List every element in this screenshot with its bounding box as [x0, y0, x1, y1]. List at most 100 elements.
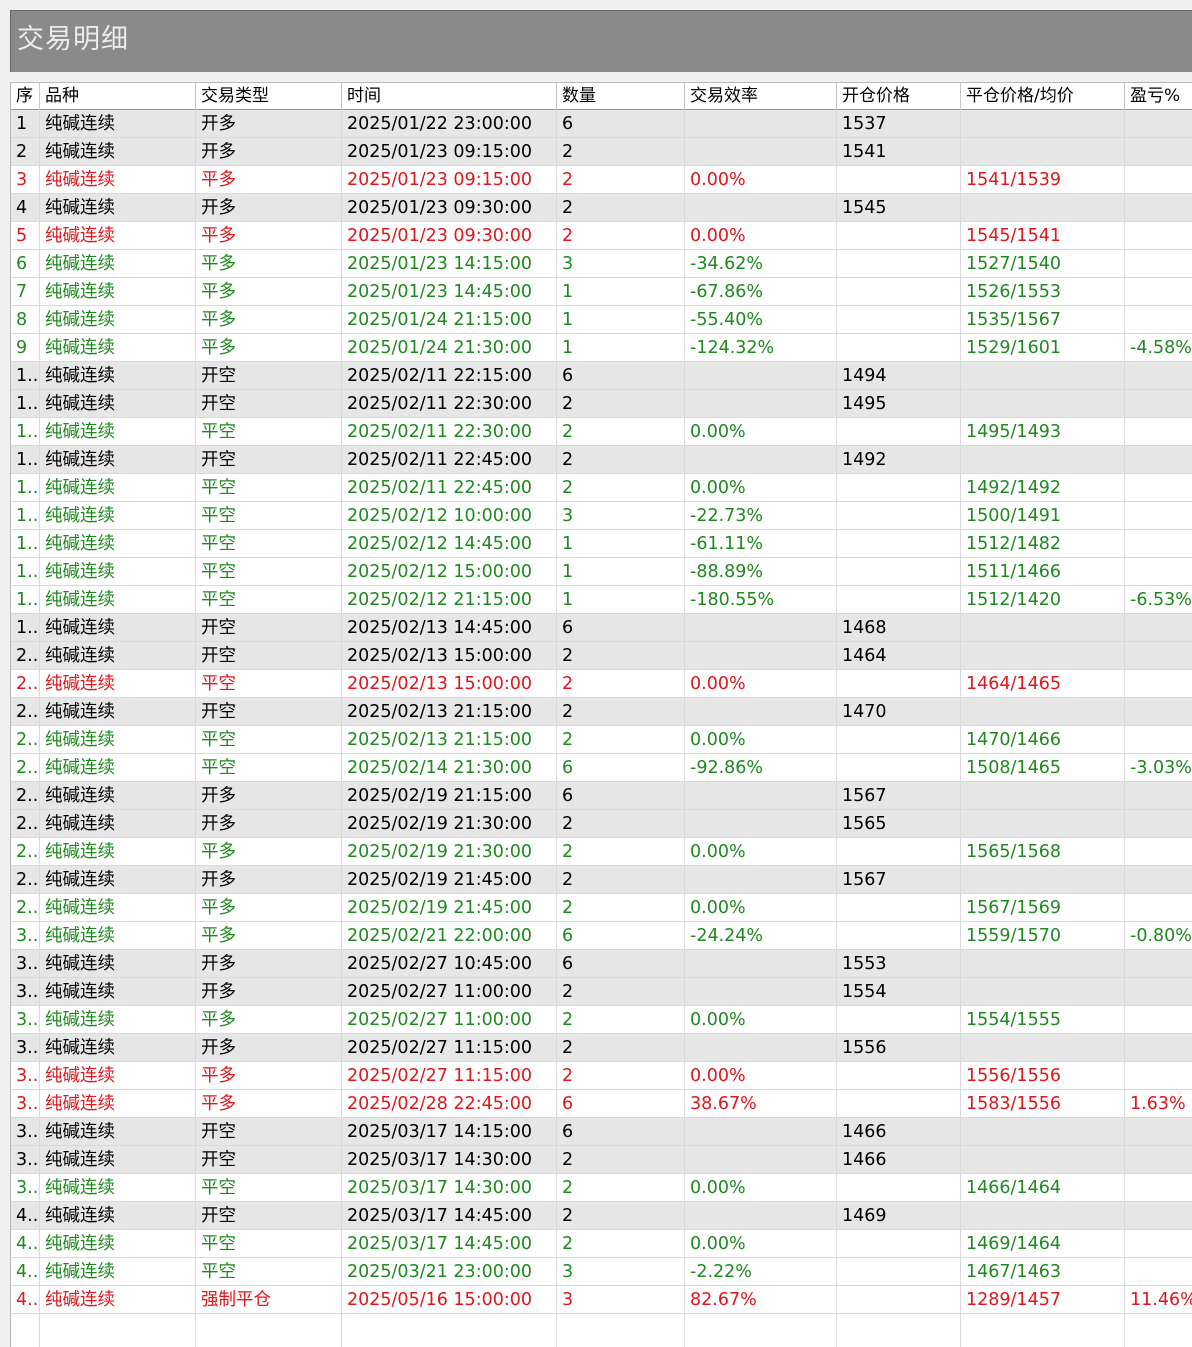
cell-index: 3.. [11, 1146, 40, 1173]
table-row[interactable]: 4.. 纯碱连续 强制平仓 2025/05/16 15:00:00 3 82.67% 128… [11, 1286, 1192, 1314]
table-row[interactable]: 1 纯碱连续 开多 2025/01/22 23:00:00 6 1537 [11, 110, 1192, 138]
cell-time: 2025/02/27 11:00:00 [342, 978, 557, 1005]
col-header-trade-type[interactable]: 交易类型 [196, 83, 342, 110]
cell-close-price [961, 110, 1125, 137]
cell-product: 纯碱连续 [40, 166, 196, 193]
table-row[interactable]: 1.. 纯碱连续 平空 2025/02/11 22:30:00 2 0.00% 1495/1… [11, 418, 1192, 446]
col-header-time[interactable]: 时间 [342, 83, 557, 110]
table-row[interactable]: 5 纯碱连续 平多 2025/01/23 09:30:00 2 0.00% 1545/154… [11, 222, 1192, 250]
table-row[interactable]: 2 纯碱连续 开多 2025/01/23 09:15:00 2 1541 [11, 138, 1192, 166]
cell-trade-type: 平多 [196, 1006, 342, 1033]
table-row[interactable]: 3.. 纯碱连续 平多 2025/02/27 11:15:00 2 0.00% 1556/1… [11, 1062, 1192, 1090]
table-row[interactable]: 1.. 纯碱连续 平空 2025/02/12 21:15:00 1 -180.55% 151… [11, 586, 1192, 614]
table-row[interactable]: 4.. 纯碱连续 平空 2025/03/17 14:45:00 2 0.00% 1469/1… [11, 1230, 1192, 1258]
cell-product: 纯碱连续 [40, 1258, 196, 1285]
table-row[interactable]: 3.. 纯碱连续 平多 2025/02/28 22:45:00 6 38.67% 1583/… [11, 1090, 1192, 1118]
cell-trade-type: 平多 [196, 250, 342, 277]
table-row[interactable]: 3.. 纯碱连续 开多 2025/02/27 11:15:00 2 1556 [11, 1034, 1192, 1062]
table-row[interactable]: 3.. 纯碱连续 开空 2025/03/17 14:15:00 6 1466 [11, 1118, 1192, 1146]
trade-detail-table[interactable]: 序 品种 交易类型 时间 数量 交易效率 开仓价格 平仓价格/均价 盈亏% 1纯… [10, 82, 1192, 1347]
table-row[interactable]: 3.. 纯碱连续 平多 2025/02/27 11:00:00 2 0.00% 1554/1… [11, 1006, 1192, 1034]
table-row[interactable]: 1.. 纯碱连续 平空 2025/02/11 22:45:00 2 0.00% 1492/1… [11, 474, 1192, 502]
table-row[interactable]: 4.. 纯碱连续 平空 2025/03/21 23:00:00 3 -2.22% 1467/… [11, 1258, 1192, 1286]
cell-open-price [837, 166, 961, 193]
cell-pnl [1125, 558, 1192, 585]
col-header-index[interactable]: 序 [11, 83, 40, 110]
table-row[interactable]: 8 纯碱连续 平多 2025/01/24 21:15:00 1 -55.40% 1535/1… [11, 306, 1192, 334]
cell-close-price [961, 1118, 1125, 1145]
table-row[interactable]: 2.. 纯碱连续 平空 2025/02/13 21:15:00 2 0.00% 1470/1… [11, 726, 1192, 754]
cell-pnl [1125, 390, 1192, 417]
cell-close-price: 1554/1555 [961, 1006, 1125, 1033]
cell-time: 2025/02/13 21:15:00 [342, 726, 557, 753]
col-header-open-price[interactable]: 开仓价格 [837, 83, 961, 110]
table-row[interactable]: 1.. 纯碱连续 平空 2025/02/12 15:00:00 1 -88.89% 1511… [11, 558, 1192, 586]
cell-product: 纯碱连续 [40, 1174, 196, 1201]
cell-trade-type: 平空 [196, 1174, 342, 1201]
cell-index: 1 [11, 110, 40, 137]
table-row[interactable]: 1.. 纯碱连续 开空 2025/02/11 22:45:00 2 1492 [11, 446, 1192, 474]
table-row[interactable]: 3.. 纯碱连续 开空 2025/03/17 14:30:00 2 1466 [11, 1146, 1192, 1174]
table-row[interactable]: 2.. 纯碱连续 平空 2025/02/14 21:30:00 6 -92.86% 1508… [11, 754, 1192, 782]
cell-quantity: 2 [557, 670, 685, 697]
table-row[interactable]: 6 纯碱连续 平多 2025/01/23 14:15:00 3 -34.62% 1527/1… [11, 250, 1192, 278]
cell-product: 纯碱连续 [40, 138, 196, 165]
table-row[interactable]: 2.. 纯碱连续 开多 2025/02/19 21:15:00 6 1567 [11, 782, 1192, 810]
table-row[interactable]: 1.. 纯碱连续 开空 2025/02/11 22:30:00 2 1495 [11, 390, 1192, 418]
table-row[interactable]: 3.. 纯碱连续 开多 2025/02/27 11:00:00 2 1554 [11, 978, 1192, 1006]
cell-trade-type: 开多 [196, 1034, 342, 1061]
cell-efficiency [685, 698, 837, 725]
cell-index: 2.. [11, 754, 40, 781]
cell-pnl [1125, 1062, 1192, 1089]
cell-trade-type: 平空 [196, 726, 342, 753]
col-header-quantity[interactable]: 数量 [557, 83, 685, 110]
table-row[interactable]: 3 纯碱连续 平多 2025/01/23 09:15:00 2 0.00% 1541/153… [11, 166, 1192, 194]
cell-product: 纯碱连续 [40, 530, 196, 557]
table-row[interactable]: 7 纯碱连续 平多 2025/01/23 14:45:00 1 -67.86% 1526/1… [11, 278, 1192, 306]
empty-cell [11, 1314, 40, 1347]
page-title: 交易明细 [17, 24, 129, 55]
col-header-close-price[interactable]: 平仓价格/均价 [961, 83, 1125, 110]
table-row[interactable]: 9 纯碱连续 平多 2025/01/24 21:30:00 1 -124.32% 1529/… [11, 334, 1192, 362]
table-row[interactable]: 2.. 纯碱连续 平多 2025/02/19 21:30:00 2 0.00% 1565/1… [11, 838, 1192, 866]
table-row[interactable]: 2.. 纯碱连续 平多 2025/02/19 21:45:00 2 0.00% 1567/1… [11, 894, 1192, 922]
table-row[interactable]: 4.. 纯碱连续 开空 2025/03/17 14:45:00 2 1469 [11, 1202, 1192, 1230]
cell-pnl [1125, 894, 1192, 921]
table-row[interactable]: 1.. 纯碱连续 开空 2025/02/13 14:45:00 6 1468 [11, 614, 1192, 642]
cell-time: 2025/03/17 14:30:00 [342, 1146, 557, 1173]
col-header-efficiency[interactable]: 交易效率 [685, 83, 837, 110]
table-row[interactable]: 2.. 纯碱连续 平空 2025/02/13 15:00:00 2 0.00% 1464/1… [11, 670, 1192, 698]
table-row[interactable]: 4 纯碱连续 开多 2025/01/23 09:30:00 2 1545 [11, 194, 1192, 222]
cell-index: 2.. [11, 894, 40, 921]
table-row[interactable]: 1.. 纯碱连续 平空 2025/02/12 14:45:00 1 -61.11% 1512… [11, 530, 1192, 558]
table-row[interactable]: 1.. 纯碱连续 平空 2025/02/12 10:00:00 3 -22.73% 1500… [11, 502, 1192, 530]
cell-quantity: 2 [557, 194, 685, 221]
col-header-product[interactable]: 品种 [40, 83, 196, 110]
table-row[interactable]: 2.. 纯碱连续 开多 2025/02/19 21:30:00 2 1565 [11, 810, 1192, 838]
cell-trade-type: 强制平仓 [196, 1286, 342, 1313]
cell-open-price [837, 1230, 961, 1257]
cell-quantity: 2 [557, 810, 685, 837]
table-row[interactable]: 3.. 纯碱连续 开多 2025/02/27 10:45:00 6 1553 [11, 950, 1192, 978]
cell-pnl [1125, 1118, 1192, 1145]
table-row[interactable]: 3.. 纯碱连续 平空 2025/03/17 14:30:00 2 0.00% 1466/1… [11, 1174, 1192, 1202]
cell-trade-type: 平多 [196, 922, 342, 949]
cell-open-price [837, 530, 961, 557]
cell-time: 2025/01/23 09:15:00 [342, 166, 557, 193]
table-row[interactable]: 2.. 纯碱连续 开空 2025/02/13 15:00:00 2 1464 [11, 642, 1192, 670]
cell-index: 1.. [11, 614, 40, 641]
col-header-pnl[interactable]: 盈亏% [1125, 83, 1192, 110]
table-row[interactable]: 3.. 纯碱连续 平多 2025/02/21 22:00:00 6 -24.24% 1559… [11, 922, 1192, 950]
cell-efficiency: 0.00% [685, 418, 837, 445]
table-row[interactable]: 1.. 纯碱连续 开空 2025/02/11 22:15:00 6 1494 [11, 362, 1192, 390]
cell-efficiency [685, 1146, 837, 1173]
cell-open-price [837, 838, 961, 865]
cell-close-price: 1495/1493 [961, 418, 1125, 445]
cell-product: 纯碱连续 [40, 1062, 196, 1089]
cell-efficiency: -124.32% [685, 334, 837, 361]
table-row[interactable]: 2.. 纯碱连续 开空 2025/02/13 21:15:00 2 1470 [11, 698, 1192, 726]
table-row[interactable]: 2.. 纯碱连续 开多 2025/02/19 21:45:00 2 1567 [11, 866, 1192, 894]
cell-open-price [837, 754, 961, 781]
cell-product: 纯碱连续 [40, 754, 196, 781]
cell-product: 纯碱连续 [40, 1090, 196, 1117]
